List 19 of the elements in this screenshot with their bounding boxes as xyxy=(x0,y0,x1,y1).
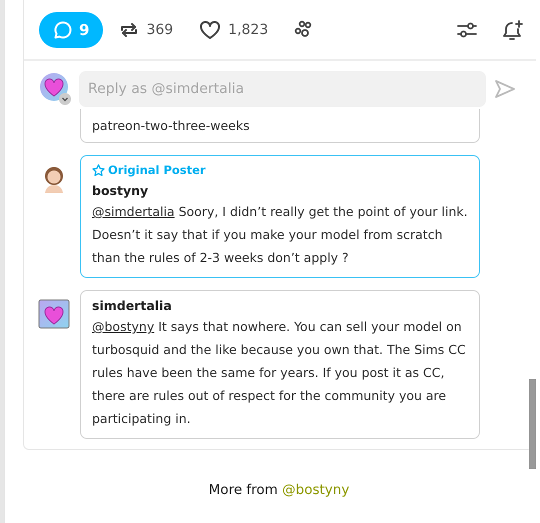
comment-text: @bostyny It says that nowhere. You can sell your model on turbosquid and the like because you own that. The Sims CC rules have been the same for years. If you post it as CC, there are rules out of respect for the community you are participating in. xyxy=(92,318,467,428)
username[interactable]: bostyny xyxy=(92,183,148,198)
heart-icon xyxy=(199,20,222,40)
like-button[interactable]: 1,823 xyxy=(199,20,268,40)
avatar[interactable] xyxy=(38,299,70,329)
comment-text: patreon-two-three-weeks xyxy=(92,117,251,135)
scrollbar[interactable] xyxy=(529,379,536,469)
mention-link[interactable]: @simdertalia xyxy=(92,204,175,219)
more-from-heading: More from @bostyny xyxy=(208,482,350,498)
badge: Original Poster xyxy=(92,160,206,180)
username[interactable]: simdertalia xyxy=(92,298,172,313)
comment-text: @simdertalia Soory, I didn’t really get the point of your link. Doesn’t it say that if you make your model from scratch than the rules of 2-3 weeks don’t apply ? xyxy=(92,203,468,267)
sliders-icon[interactable] xyxy=(456,20,478,40)
bell-plus-icon[interactable] xyxy=(502,18,524,40)
speech-bubble-icon xyxy=(53,20,73,40)
mention-link[interactable]: @bostyny xyxy=(92,319,154,334)
avatar[interactable] xyxy=(39,72,71,106)
reblog-button[interactable]: 369 xyxy=(119,20,174,40)
reply-field[interactable]: Reply as @simdertalia xyxy=(79,71,486,107)
